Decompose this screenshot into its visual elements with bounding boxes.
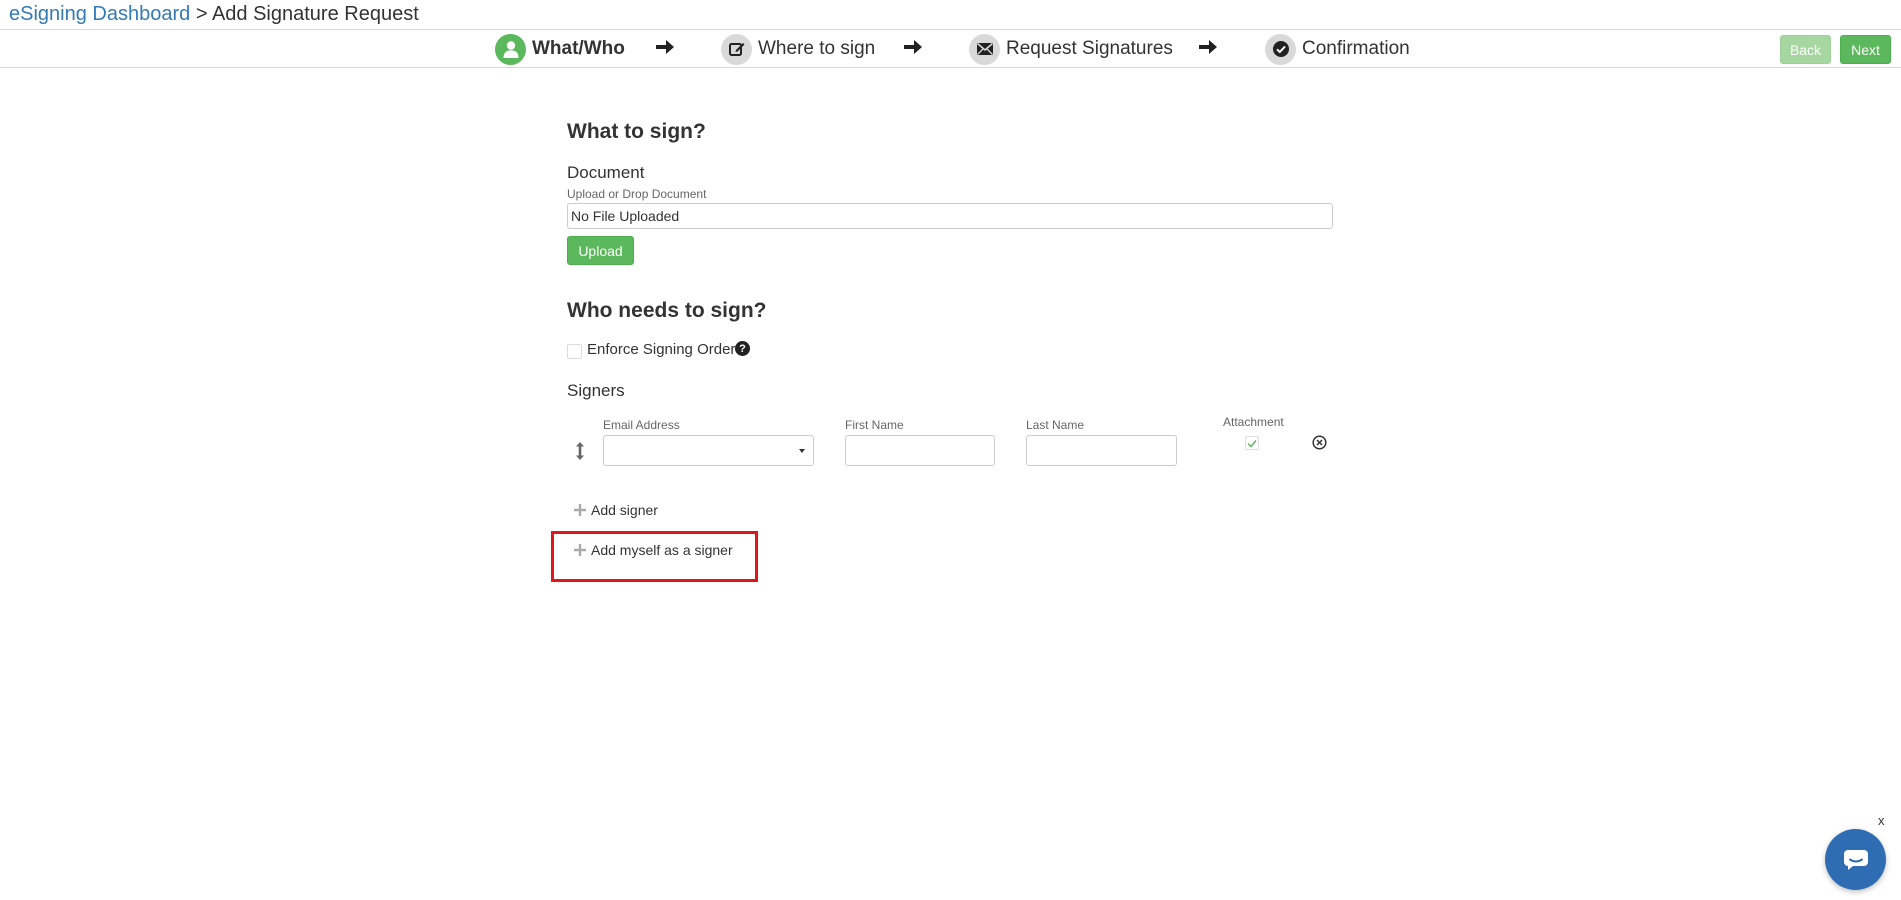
signer-last-name-input[interactable] [1026, 435, 1177, 466]
header-bar: eSigning Dashboard > Add Signature Reque… [0, 0, 1901, 30]
chat-bubble-icon [1843, 849, 1868, 870]
back-button[interactable]: Back [1780, 35, 1831, 64]
checkmark-icon [1247, 439, 1257, 448]
step-label: What/Who [532, 38, 625, 59]
attachment-column-label: Attachment [1223, 415, 1284, 429]
upload-hint: Upload or Drop Document [567, 187, 707, 201]
upload-button[interactable]: Upload [567, 236, 634, 265]
chat-launcher-button[interactable] [1825, 829, 1886, 890]
remove-signer-icon[interactable] [1312, 435, 1327, 450]
chat-close-button[interactable]: x [1878, 813, 1885, 828]
add-signer-link[interactable]: Add signer [574, 502, 658, 518]
attachment-checkbox[interactable] [1245, 436, 1259, 450]
arrow-right-icon [1199, 40, 1217, 54]
check-circle-icon [1265, 33, 1296, 65]
who-needs-to-sign-heading: Who needs to sign? [567, 299, 767, 322]
breadcrumb-dashboard-link[interactable]: eSigning Dashboard [9, 3, 190, 25]
envelope-icon [969, 33, 1000, 65]
plus-icon [574, 504, 586, 516]
add-signer-label: Add signer [591, 502, 658, 518]
breadcrumb: eSigning Dashboard > Add Signature Reque… [9, 2, 419, 26]
signer-first-name-input[interactable] [845, 435, 995, 466]
document-drop-field[interactable]: No File Uploaded [567, 203, 1333, 229]
add-myself-as-signer-link[interactable]: Add myself as a signer [574, 542, 733, 558]
breadcrumb-separator: > [195, 3, 208, 25]
document-label: Document [567, 163, 645, 182]
arrow-right-icon [904, 40, 922, 54]
step-where-to-sign[interactable]: Where to sign [721, 33, 875, 65]
help-icon[interactable]: ? [735, 341, 750, 356]
step-label: Request Signatures [1006, 38, 1173, 59]
signers-label: Signers [567, 381, 625, 400]
signer-email-select[interactable] [603, 435, 814, 466]
email-column-label: Email Address [603, 418, 680, 432]
what-to-sign-heading: What to sign? [567, 120, 706, 143]
drag-handle-icon[interactable] [574, 441, 586, 461]
step-label: Where to sign [758, 38, 876, 59]
plus-icon [574, 544, 586, 556]
first-name-column-label: First Name [845, 418, 904, 432]
enforce-signing-order-checkbox[interactable] [567, 344, 582, 359]
user-icon [495, 33, 526, 65]
step-what-who[interactable]: What/Who [495, 33, 625, 65]
next-button[interactable]: Next [1840, 35, 1891, 64]
caret-down-icon [799, 449, 805, 453]
arrow-right-icon [656, 40, 674, 54]
edit-icon [721, 33, 752, 65]
page-title: Add Signature Request [211, 3, 419, 25]
add-myself-label: Add myself as a signer [591, 542, 733, 558]
step-confirmation[interactable]: Confirmation [1265, 33, 1410, 65]
step-label: Confirmation [1302, 38, 1410, 59]
enforce-signing-order-label[interactable]: Enforce Signing Order [587, 341, 735, 358]
last-name-column-label: Last Name [1026, 418, 1085, 432]
step-request-signatures[interactable]: Request Signatures [969, 33, 1173, 65]
wizard-steps: What/Who Where to sign Request Signature… [0, 30, 1901, 68]
